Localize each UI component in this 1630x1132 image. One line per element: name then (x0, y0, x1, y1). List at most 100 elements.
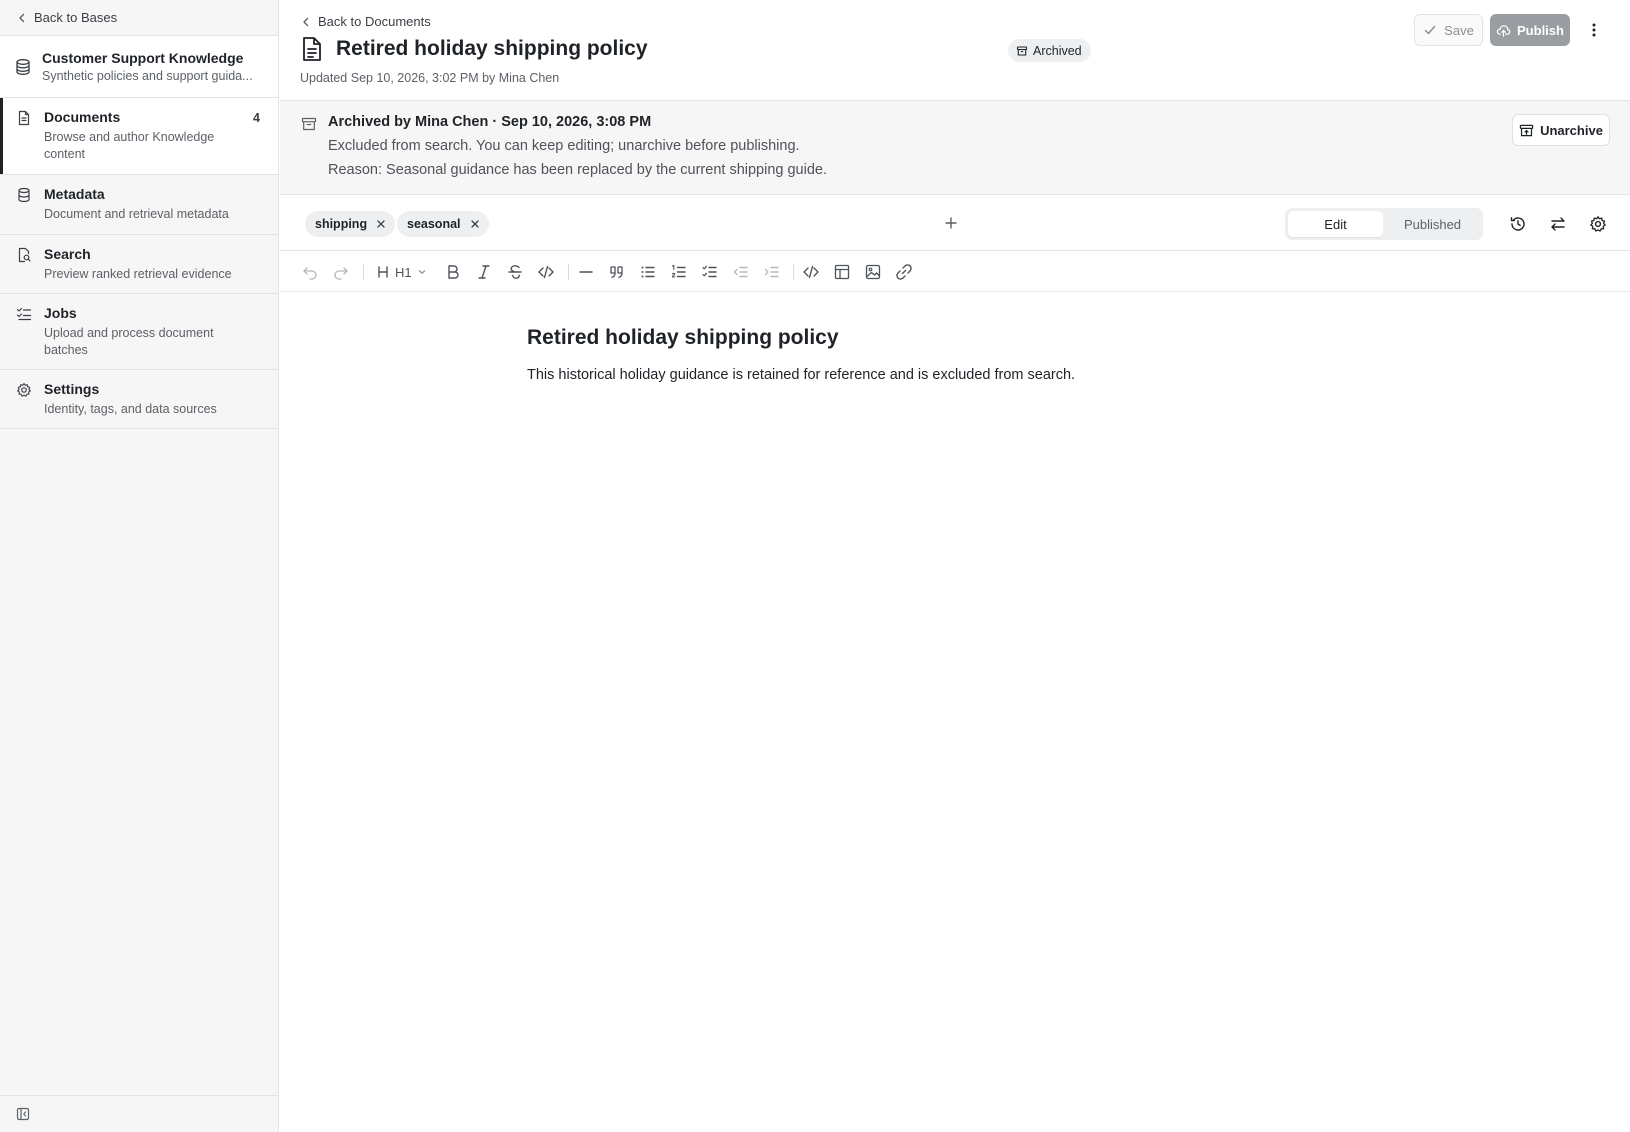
gear-icon[interactable] (1589, 215, 1607, 233)
mode-toggle: Edit Published (1285, 208, 1483, 240)
chevron-left-icon (19, 13, 25, 22)
back-to-bases-link[interactable]: Back to Bases (0, 0, 278, 36)
chevron-down-icon (418, 270, 425, 274)
sidebar-footer (0, 1095, 278, 1132)
sidebar-item-desc: Upload and process document batches (44, 326, 214, 357)
editor-content[interactable]: Retired holiday shipping policy This his… (280, 292, 1630, 1132)
status-badge-label: Archived (1033, 43, 1082, 58)
check-icon (1424, 25, 1436, 35)
save-button[interactable]: Save (1414, 14, 1483, 46)
sidebar-item-search[interactable]: Search Preview ranked retrieval evidence (0, 235, 278, 294)
tab-edit[interactable]: Edit (1288, 211, 1383, 237)
compare-arrows-icon[interactable] (1549, 215, 1567, 233)
documents-count-badge: 4 (253, 111, 260, 125)
title-row: Retired holiday shipping policy (300, 36, 648, 62)
horizontal-rule-icon[interactable] (577, 263, 595, 281)
sidebar-item-desc: Document and retrieval metadata (44, 207, 229, 221)
back-to-documents-label: Back to Documents (318, 14, 431, 29)
banner-message: Excluded from search. You can keep editi… (328, 138, 800, 154)
undo-icon[interactable] (301, 263, 319, 281)
toolbar-divider (568, 264, 569, 280)
bullet-list-icon[interactable] (639, 263, 657, 281)
gear-icon (17, 382, 31, 397)
indent-icon[interactable] (763, 263, 781, 281)
sidebar-item-jobs[interactable]: Jobs Upload and process document batches (0, 294, 278, 370)
tag-chip: shipping (305, 211, 396, 237)
formatting-toolbar: H1 (280, 251, 1630, 292)
italic-icon[interactable] (475, 263, 493, 281)
tab-published[interactable]: Published (1385, 211, 1480, 237)
tag-bar: shipping seasonal Edit Published (280, 195, 1630, 251)
more-options-button[interactable] (1582, 18, 1606, 42)
unarchive-button[interactable]: Unarchive (1512, 114, 1610, 146)
updated-timestamp: Updated Sep 10, 2026, 3:02 PM by Mina Ch… (300, 71, 560, 85)
back-to-documents-link[interactable]: Back to Documents (300, 14, 431, 29)
cloud-upload-icon (1496, 24, 1511, 37)
chevron-left-icon (303, 17, 309, 26)
outdent-icon[interactable] (732, 263, 750, 281)
toolbar-divider (363, 264, 364, 280)
code-block-icon[interactable] (802, 263, 820, 281)
main-content: Back to Documents Retired holiday shippi… (280, 0, 1630, 1132)
add-tag-icon[interactable] (943, 215, 959, 231)
redo-icon[interactable] (332, 263, 350, 281)
banner-title: Archived by Mina Chen · Sep 10, 2026, 3:… (328, 114, 652, 130)
search-doc-icon (18, 247, 31, 263)
close-icon[interactable] (376, 219, 386, 229)
sidebar-item-label: Settings (44, 381, 100, 397)
base-title: Customer Support Knowledge (42, 50, 244, 66)
tag-label: seasonal (407, 217, 461, 231)
page-title: Retired holiday shipping policy (336, 37, 648, 60)
image-icon[interactable] (864, 263, 882, 281)
sidebar-item-label: Metadata (44, 186, 105, 202)
archive-icon (301, 117, 317, 131)
tag-label: shipping (315, 217, 368, 231)
history-icon[interactable] (1509, 215, 1527, 233)
sidebar-item-label: Search (44, 246, 91, 262)
publish-button[interactable]: Publish (1490, 14, 1570, 46)
sidebar-item-desc: Identity, tags, and data sources (44, 402, 217, 416)
link-icon[interactable] (895, 263, 913, 281)
banner-reason: Reason: Seasonal guidance has been repla… (328, 162, 827, 178)
table-icon[interactable] (833, 263, 851, 281)
sidebar-item-documents[interactable]: Documents Browse and author Knowledge co… (0, 98, 278, 175)
unarchive-label: Unarchive (1540, 122, 1603, 138)
knowledge-base-card[interactable]: Customer Support Knowledge Synthetic pol… (0, 36, 278, 98)
editor-heading[interactable]: Retired holiday shipping policy (527, 326, 839, 350)
base-subtitle: Synthetic policies and support guida... (42, 69, 253, 83)
document-icon (18, 110, 30, 126)
sidebar-item-desc: Preview ranked retrieval evidence (44, 267, 232, 281)
save-label: Save (1444, 22, 1474, 38)
editor-paragraph[interactable]: This historical holiday guidance is reta… (527, 367, 1075, 383)
unarchive-icon (1519, 124, 1534, 136)
toolbar-divider (793, 264, 794, 280)
more-vertical-icon (1592, 23, 1596, 37)
sidebar-item-metadata[interactable]: Metadata Document and retrieval metadata (0, 175, 278, 235)
sidebar-item-settings[interactable]: Settings Identity, tags, and data source… (0, 370, 278, 429)
tag-chip: seasonal (397, 211, 489, 237)
document-icon (303, 37, 321, 61)
task-list-icon[interactable] (701, 263, 719, 281)
sidebar-item-label: Jobs (44, 305, 77, 321)
sidebar-item-label: Documents (44, 109, 121, 125)
blockquote-icon[interactable] (608, 263, 626, 281)
heading-icon (378, 266, 388, 278)
document-header: Back to Documents Retired holiday shippi… (280, 0, 1630, 101)
sidebar: Back to Bases Customer Support Knowledge… (0, 0, 279, 1132)
status-badge: Archived (1008, 39, 1091, 62)
archived-banner: Archived by Mina Chen · Sep 10, 2026, 3:… (280, 101, 1630, 195)
heading-level-value: H1 (395, 264, 412, 280)
collapse-sidebar-icon[interactable] (16, 1107, 30, 1121)
publish-label: Publish (1517, 22, 1564, 38)
ordered-list-icon[interactable] (670, 263, 688, 281)
database-icon (18, 187, 30, 203)
archive-icon (1016, 45, 1028, 56)
database-icon (16, 58, 30, 75)
close-icon[interactable] (470, 219, 480, 229)
heading-level-select[interactable]: H1 (376, 262, 427, 282)
strikethrough-icon[interactable] (506, 263, 524, 281)
back-to-bases-label: Back to Bases (34, 10, 118, 25)
inline-code-icon[interactable] (537, 263, 555, 281)
bold-icon[interactable] (444, 263, 462, 281)
checklist-icon (16, 307, 32, 321)
